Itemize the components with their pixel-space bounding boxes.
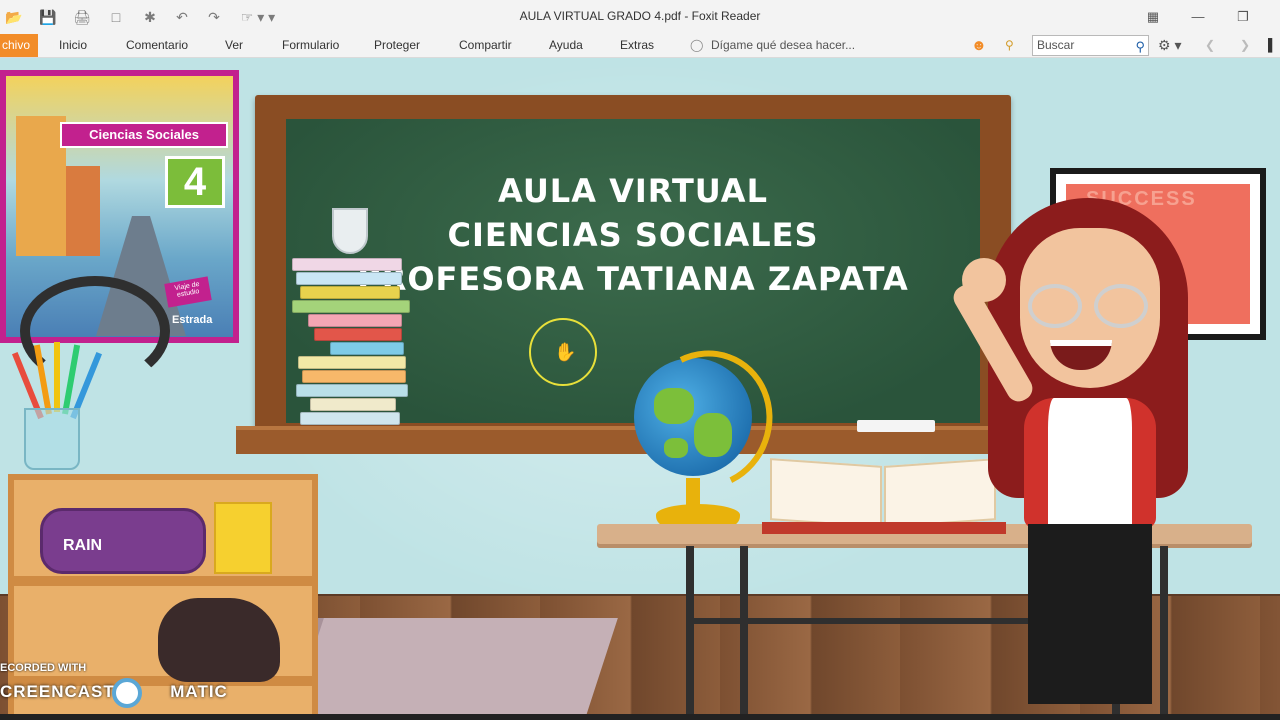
stack-book: [310, 398, 396, 411]
stack-book: [296, 384, 408, 397]
restore-icon[interactable]: ▦: [1140, 6, 1166, 28]
stack-book: [292, 258, 402, 271]
trophy-icon: [332, 208, 368, 254]
pencil-case-text: RAIN: [63, 537, 103, 554]
stack-book: [298, 356, 406, 369]
avatar-pants: [1028, 524, 1152, 704]
shelf-board: [14, 576, 312, 586]
stack-book: [300, 286, 400, 299]
watermark-line-1: ECORDED WITH: [0, 662, 87, 674]
avatar-shirt: [1024, 398, 1156, 528]
avatar-hand: [962, 258, 1006, 302]
rug: [282, 618, 618, 720]
glasses-lens-left: [1028, 284, 1082, 328]
crayon-box: [214, 502, 272, 574]
pencil: [54, 342, 60, 412]
watermark-text-right: MATIC: [170, 682, 228, 701]
teacher-avatar: [949, 188, 1250, 720]
book-page-left: [770, 458, 882, 528]
menu-proteger[interactable]: Proteger: [374, 34, 420, 57]
pdf-page: AULA VIRTUAL CIENCIAS SOCIALES PROFESORA…: [0, 58, 1280, 720]
settings-icon[interactable]: ⚙ ▾: [1158, 34, 1181, 57]
hand-cursor-icon: ✋: [554, 342, 577, 362]
menu-compartir[interactable]: Compartir: [459, 34, 512, 57]
cover-building: [66, 166, 100, 256]
lightbulb-icon: ◯: [690, 38, 704, 52]
stack-book: [308, 314, 402, 327]
stack-book: [302, 370, 406, 383]
tell-me-input[interactable]: Dígame qué desea hacer...: [711, 34, 855, 57]
maximize-icon[interactable]: ❐: [1230, 6, 1256, 28]
search-icon[interactable]: ⚲: [1135, 37, 1145, 56]
screencast-logo-icon: [112, 678, 142, 708]
next-page-icon[interactable]: ❯: [1240, 34, 1250, 57]
menu-ayuda[interactable]: Ayuda: [549, 34, 583, 57]
bottom-border: [0, 714, 1280, 720]
desk-leg: [740, 546, 748, 720]
menu-file[interactable]: chivo: [0, 34, 38, 57]
avatar-glasses: [1028, 284, 1154, 328]
prev-page-icon[interactable]: ❮: [1205, 34, 1215, 57]
minimize-icon[interactable]: —: [1185, 6, 1211, 28]
cat-cushion: [158, 598, 280, 682]
stack-book: [330, 342, 404, 355]
cover-title: Ciencias Sociales: [60, 122, 228, 148]
menu-formulario[interactable]: Formulario: [282, 34, 339, 57]
chalk-eraser: [857, 420, 935, 432]
title-bar: 📂 💾 🖨 □ ✱ ↶ ↷ ☞ ▾ ▾ AULA VIRTUAL GRADO 4…: [0, 0, 1280, 34]
search-placeholder: Buscar: [1037, 38, 1075, 52]
window-title: AULA VIRTUAL GRADO 4.pdf - Foxit Reader: [519, 9, 761, 23]
search-input[interactable]: Buscar ⚲: [1032, 35, 1149, 56]
ribbon-menu-bar: chivo Inicio Comentario Ver Formulario P…: [0, 34, 1280, 58]
globe-base: [656, 504, 740, 526]
pencil-case: RAIN: [40, 508, 206, 574]
foxit-reader-window: 📂 💾 🖨 □ ✱ ↶ ↷ ☞ ▾ ▾ AULA VIRTUAL GRADO 4…: [0, 0, 1280, 720]
panel-toggle-icon[interactable]: ▌: [1268, 34, 1277, 57]
menu-extras[interactable]: Extras: [620, 34, 654, 57]
cover-grade: 4: [165, 156, 225, 208]
pencil-cup: [24, 408, 80, 470]
smiley-icon[interactable]: ☻: [971, 34, 987, 57]
cover-building: [16, 116, 66, 256]
find-icon[interactable]: ⚲: [1005, 34, 1014, 57]
book-cover: Ciencias Sociales 4 Viaje de estudio Est…: [0, 70, 239, 386]
book-stack: [290, 258, 412, 428]
menu-ver[interactable]: Ver: [225, 34, 243, 57]
menu-inicio[interactable]: Inicio: [59, 34, 87, 57]
desk-leg: [686, 546, 694, 720]
stack-book: [300, 412, 400, 425]
stack-book: [314, 328, 402, 341]
board-line-1: AULA VIRTUAL: [498, 172, 768, 210]
menu-comentario[interactable]: Comentario: [126, 34, 188, 57]
board-line-2: CIENCIAS SOCIALES: [447, 216, 819, 254]
stack-book: [292, 300, 410, 313]
glasses-lens-right: [1094, 284, 1148, 328]
watermark-text-left: CREENCAST: [0, 682, 115, 701]
stack-book: [296, 272, 402, 285]
cover-publisher: Estrada: [172, 314, 213, 326]
